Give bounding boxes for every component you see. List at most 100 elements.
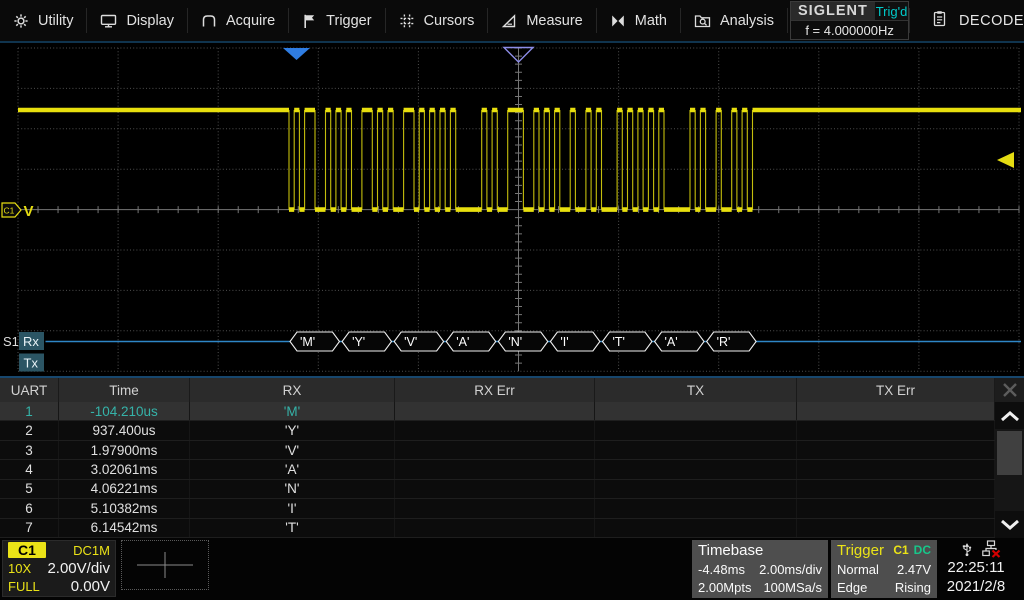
clipboard-icon — [932, 10, 947, 31]
table-cell — [595, 402, 797, 420]
table-cell: 6.14542ms — [59, 519, 190, 537]
menu-item-label: Trigger — [326, 13, 371, 29]
menu-item-analysis[interactable]: Analysis — [681, 0, 787, 41]
menu-item-label: Utility — [38, 13, 73, 29]
menu-item-trigger[interactable]: Trigger — [289, 0, 384, 41]
menu-item-display[interactable]: Display — [87, 0, 187, 41]
waveform-canvas: C1VS1RxTx'M''Y''V''A''N''I''T''A''R' — [0, 43, 1024, 376]
table-cell — [395, 519, 595, 537]
menu-items: Utility Display Acquire Trigger Cursors Measu… — [0, 0, 788, 41]
analysis-icon — [694, 13, 711, 28]
column-header-tx-err: TX Err — [797, 378, 995, 402]
trigger-mode: Normal — [837, 562, 879, 577]
scrollbar-track[interactable] — [995, 429, 1024, 511]
brand-block: SIGLENT Trig'd f = 4.000000Hz — [790, 1, 909, 40]
menu-item-label: Math — [635, 13, 667, 29]
table-cell: 1 — [0, 402, 59, 420]
table-cell: -104.210us — [59, 402, 190, 420]
decode-char-label: 'N' — [508, 335, 522, 349]
table-row[interactable]: 1-104.210us'M' — [0, 402, 995, 421]
bus-group-label: S1 — [3, 334, 19, 349]
table-cell: 4 — [0, 460, 59, 478]
timebase-points: 2.00Mpts — [698, 580, 751, 595]
table-row[interactable]: 65.10382ms'I' — [0, 499, 995, 518]
menu-item-label: Cursors — [424, 13, 475, 29]
scroll-down-button[interactable] — [995, 511, 1024, 538]
table-cell — [395, 421, 595, 439]
table-cell — [797, 499, 995, 517]
trigger-kind: Edge — [837, 580, 867, 595]
table-cell: 3 — [0, 441, 59, 459]
empty-channel-slot[interactable] — [121, 540, 209, 590]
math-icon — [610, 14, 626, 28]
menu-item-utility[interactable]: Utility — [0, 0, 86, 41]
trigger-position-marker[interactable] — [283, 48, 310, 60]
table-cell — [595, 421, 797, 439]
table-cell: 5 — [0, 480, 59, 498]
acquire-icon — [201, 13, 217, 29]
timebase-descriptor[interactable]: Timebase -4.48ms 2.00ms/div 2.00Mpts 100… — [692, 540, 828, 598]
table-row[interactable]: 43.02061ms'A' — [0, 460, 995, 479]
table-cell — [797, 402, 995, 420]
trigger-level-marker[interactable] — [997, 152, 1014, 168]
decode-char-label: 'M' — [300, 335, 315, 349]
table-cell: 'M' — [190, 402, 395, 420]
display-icon — [100, 13, 117, 29]
table-cell — [797, 441, 995, 459]
decode-char-bubble — [550, 332, 599, 351]
cursors-icon — [399, 13, 415, 29]
decode-char-bubble — [342, 332, 391, 351]
table-cell: 'V' — [190, 441, 395, 459]
trigger-slope: Rising — [895, 580, 931, 595]
menu-item-acquire[interactable]: Acquire — [188, 0, 288, 41]
scrollbar-thumb[interactable] — [997, 431, 1022, 475]
timebase-scale: 2.00ms/div — [759, 562, 822, 577]
decode-char-bubble — [394, 332, 443, 351]
decode-table: UARTTimeRXRX ErrTXTX Err 1-104.210us'M'2… — [0, 378, 995, 538]
channel1-flag-letter: V — [24, 203, 34, 220]
table-row[interactable]: 76.14542ms'T' — [0, 519, 995, 538]
table-cell: 7 — [0, 519, 59, 537]
table-cell: 4.06221ms — [59, 480, 190, 498]
table-cell: 3.02061ms — [59, 460, 190, 478]
decode-char-bubble — [707, 332, 756, 351]
menu-item-measure[interactable]: Measure — [488, 0, 595, 41]
trigger-descriptor[interactable]: Trigger C1 DC Normal 2.47V Edge Rising — [831, 540, 937, 598]
channel1-descriptor[interactable]: C1 DC1M 10X 2.00V/div FULL 0.00V — [2, 540, 116, 597]
scroll-up-button[interactable] — [995, 402, 1024, 429]
column-header-tx: TX — [595, 378, 797, 402]
decode-menu-item[interactable]: DECODE — [910, 0, 1024, 41]
decode-char-label: 'A' — [456, 335, 469, 349]
table-cell — [595, 460, 797, 478]
menu-item-cursors[interactable]: Cursors — [386, 0, 488, 41]
channel1-scale: 2.00V/div — [47, 560, 110, 577]
brand-top: SIGLENT Trig'd — [791, 2, 908, 20]
table-cell — [395, 402, 595, 420]
decode-char-label: 'Y' — [352, 335, 365, 349]
table-row[interactable]: 54.06221ms'N' — [0, 480, 995, 499]
table-cell — [395, 480, 595, 498]
date-readout: 2021/2/8 — [930, 577, 1022, 596]
table-cell: 'A' — [190, 460, 395, 478]
table-scroll-column — [995, 378, 1024, 538]
close-table-button[interactable] — [995, 378, 1024, 402]
table-cell — [797, 421, 995, 439]
table-header-row: UARTTimeRXRX ErrTXTX Err — [0, 378, 995, 402]
menu-item-label: Acquire — [226, 13, 275, 29]
table-row[interactable]: 2937.400us'Y' — [0, 421, 995, 440]
table-row[interactable]: 31.97900ms'V' — [0, 441, 995, 460]
table-cell — [797, 519, 995, 537]
channel1-probe: 10X — [8, 561, 31, 576]
table-cell: 5.10382ms — [59, 499, 190, 517]
table-cell — [595, 441, 797, 459]
graticule-center-axes — [18, 48, 1019, 371]
rx-badge-label: Rx — [23, 334, 39, 349]
column-header-rx-err: RX Err — [395, 378, 595, 402]
menu-item-math[interactable]: Math — [597, 0, 680, 41]
crosshair-icon — [133, 550, 197, 580]
table-cell — [395, 460, 595, 478]
chevron-up-icon — [999, 409, 1021, 423]
measure-icon — [501, 13, 517, 29]
table-cell: 'Y' — [190, 421, 395, 439]
flag-icon — [302, 13, 317, 29]
